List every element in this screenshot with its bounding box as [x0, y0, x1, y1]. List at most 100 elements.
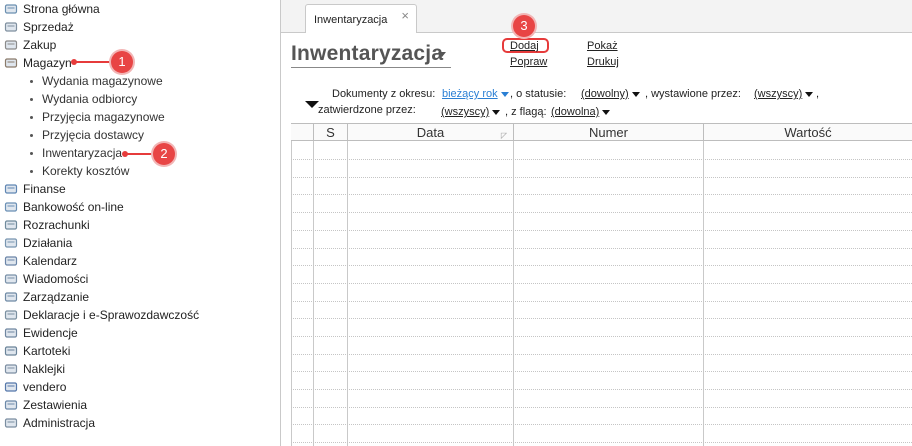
- management-icon: [4, 290, 18, 304]
- caret-down-icon: [805, 91, 814, 97]
- table-row: [291, 177, 912, 178]
- table-row: [291, 318, 912, 319]
- flag-label: , z flagą:: [505, 106, 547, 118]
- grid-column-line: [313, 141, 314, 446]
- sidebar-item-label: vendero: [23, 380, 67, 394]
- column-header-s[interactable]: S: [313, 124, 347, 141]
- table-row: [291, 389, 912, 390]
- sidebar-item-label: Zarządzanie: [23, 290, 90, 304]
- sidebar-item-label: Zestawienia: [23, 398, 88, 412]
- sidebar-subitem-label: Wydania odbiorcy: [42, 92, 138, 106]
- messages-icon: [4, 272, 18, 286]
- status-label: , o statusie:: [510, 88, 567, 100]
- sidebar-item-label: Finanse: [23, 182, 66, 196]
- column-header-data-label: Data: [416, 125, 445, 140]
- callout-badge-3: 3: [513, 15, 535, 37]
- caret-down-icon: [500, 91, 509, 97]
- table-header: S Data ◸ Numer Wartość: [291, 123, 912, 141]
- status-value: (dowolny): [581, 88, 629, 100]
- finance-icon: [4, 182, 18, 196]
- sidebar-navigation: Strona główna Sprzedaż Zakup Magazyn Finanse…: [0, 0, 281, 446]
- caret-down-icon: [631, 91, 640, 97]
- callout-badge-2: 2: [153, 143, 175, 165]
- tab-label: Inwentaryzacja: [314, 14, 388, 26]
- callout-line-2: [125, 153, 155, 155]
- documents-table: S Data ◸ Numer Wartość: [291, 123, 912, 446]
- bullet-icon: [30, 116, 33, 119]
- table-row: [291, 212, 912, 213]
- table-row: [291, 301, 912, 302]
- sidebar-subitem-label: Korekty kosztów: [42, 164, 130, 178]
- sidebar-item-label: Magazyn: [23, 56, 72, 70]
- pokaz-link[interactable]: Pokaż: [587, 40, 618, 52]
- calendar-icon: [4, 254, 18, 268]
- table-row: [291, 159, 912, 160]
- caret-down-icon: [492, 109, 501, 115]
- settlements-icon: [4, 218, 18, 232]
- home-icon: [4, 2, 18, 16]
- bullet-icon: [30, 80, 33, 83]
- actions-icon: [4, 236, 18, 250]
- sidebar-item-label: Bankowość on-line: [23, 200, 124, 214]
- sidebar-subitem-label: Wydania magazynowe: [42, 74, 163, 88]
- grid-column-line: [513, 141, 514, 446]
- sidebar-item-label: Naklejki: [23, 362, 66, 376]
- sort-indicator-icon: ◸: [500, 131, 507, 140]
- sidebar-item-label: Zakup: [23, 38, 57, 52]
- reports-icon: [4, 398, 18, 412]
- issued-value: (wszyscy): [754, 88, 803, 100]
- table-row: [291, 283, 912, 284]
- issued-filter[interactable]: (wszyscy): [754, 88, 814, 100]
- table-row: [291, 424, 912, 425]
- chevron-down-icon[interactable]: [438, 52, 446, 57]
- flag-filter[interactable]: (dowolna): [551, 106, 611, 118]
- table-row: [291, 407, 912, 408]
- bullet-icon: [30, 152, 33, 155]
- table-row: [291, 230, 912, 231]
- column-header-data[interactable]: Data ◸: [347, 124, 513, 141]
- grid-column-line: [347, 141, 348, 446]
- approved-label: zatwierdzone przez:: [318, 104, 416, 116]
- title-underline: [291, 67, 451, 68]
- sidebar-item-label: Deklaracje i e-Sprawozdawczość: [23, 308, 200, 322]
- callout-line-1: [74, 61, 112, 63]
- close-icon[interactable]: ×: [401, 8, 409, 23]
- labels-icon: [4, 362, 18, 376]
- approved-filter[interactable]: (wszyscy): [441, 106, 501, 118]
- sidebar-subitem-label: Inwentaryzacja: [42, 146, 123, 160]
- period-filter[interactable]: bieżący rok: [442, 88, 509, 100]
- collapse-arrow-icon[interactable]: [305, 101, 319, 108]
- table-row: [291, 194, 912, 195]
- table-row: [291, 336, 912, 337]
- flag-value: (dowolna): [551, 106, 600, 118]
- warehouse-icon: [4, 56, 18, 70]
- status-filter[interactable]: (dowolny): [581, 88, 640, 100]
- drukuj-link[interactable]: Drukuj: [587, 56, 619, 68]
- bank-icon: [4, 200, 18, 214]
- column-header-numer[interactable]: Numer: [513, 124, 703, 141]
- tab-inwentaryzacja[interactable]: Inwentaryzacja ×: [305, 4, 417, 33]
- sidebar-item-label: Kartoteki: [23, 344, 71, 358]
- column-header-wartosc[interactable]: Wartość: [703, 124, 912, 141]
- sidebar-item-label: Strona główna: [23, 2, 100, 16]
- table-row: [291, 442, 912, 443]
- period-value: bieżący rok: [442, 88, 498, 100]
- sidebar-item-label: Sprzedaż: [23, 20, 74, 34]
- purchase-icon: [4, 38, 18, 52]
- dodaj-link[interactable]: Dodaj: [510, 40, 539, 52]
- table-row: [291, 248, 912, 249]
- grid-column-line: [703, 141, 704, 446]
- sidebar-item-label: Administracja: [23, 416, 96, 430]
- sidebar-item-label: Rozrachunki: [23, 218, 90, 232]
- approved-value: (wszyscy): [441, 106, 490, 118]
- popraw-link[interactable]: Popraw: [510, 56, 547, 68]
- sidebar-item-label: Ewidencje: [23, 326, 78, 340]
- bullet-icon: [30, 170, 33, 173]
- table-row: [291, 371, 912, 372]
- tab-bar: Inwentaryzacja ×: [281, 0, 912, 33]
- sidebar-subitem-label: Przyjęcia dostawcy: [42, 128, 145, 142]
- period-label: Dokumenty z okresu:: [332, 88, 436, 100]
- grid-column-line: [291, 141, 292, 446]
- page-title[interactable]: Inwentaryzacja: [291, 42, 443, 66]
- issued-label: , wystawione przez:: [645, 88, 741, 100]
